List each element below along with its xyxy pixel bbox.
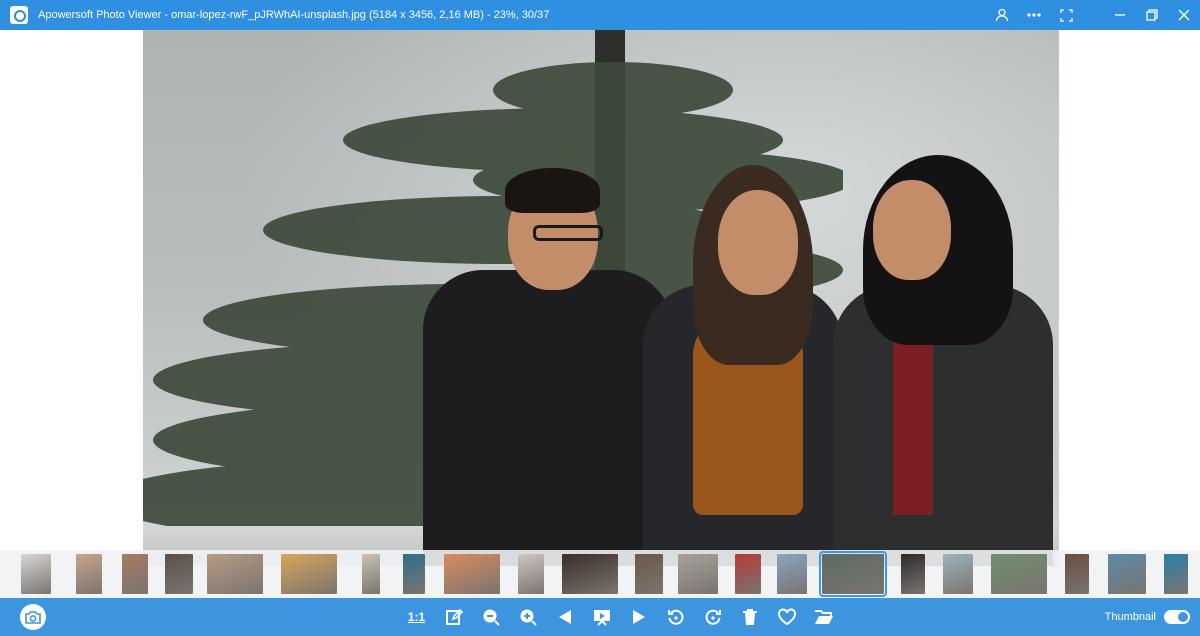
thumbnail[interactable] bbox=[362, 554, 380, 594]
thumbnail[interactable] bbox=[635, 554, 663, 594]
more-icon[interactable] bbox=[1018, 0, 1050, 30]
delete-icon[interactable] bbox=[731, 598, 768, 636]
thumbnail-slot[interactable] bbox=[770, 550, 814, 598]
thumbnail[interactable] bbox=[207, 554, 263, 594]
zoom-out-icon[interactable] bbox=[472, 598, 509, 636]
thumbnail-slot[interactable] bbox=[670, 550, 726, 598]
thumbnail-slot[interactable] bbox=[510, 550, 552, 598]
slideshow-icon[interactable] bbox=[583, 598, 620, 636]
thumbnail-slot[interactable] bbox=[1098, 550, 1156, 598]
thumbnail-slot[interactable] bbox=[814, 550, 892, 598]
thumbnail[interactable] bbox=[122, 554, 148, 594]
thumbnail-slot[interactable] bbox=[434, 550, 510, 598]
edit-icon[interactable] bbox=[435, 598, 472, 636]
thumbnail-slot[interactable] bbox=[552, 550, 628, 598]
rotate-right-icon[interactable] bbox=[694, 598, 731, 636]
thumbnail-slot[interactable] bbox=[934, 550, 982, 598]
camera-icon[interactable] bbox=[20, 604, 46, 630]
open-folder-icon[interactable] bbox=[805, 598, 842, 636]
thumbnail-slot[interactable] bbox=[1156, 550, 1196, 598]
photo-viewer-window: Apowersoft Photo Viewer - omar-lopez-rwF… bbox=[0, 0, 1200, 636]
actual-size-label: 1:1 bbox=[407, 610, 426, 624]
thumbnail-slot[interactable] bbox=[66, 550, 112, 598]
actual-size-button[interactable]: 1:1 bbox=[398, 598, 435, 636]
photo-person-left bbox=[423, 160, 673, 566]
thumbnail[interactable] bbox=[1108, 554, 1146, 594]
favorite-icon[interactable] bbox=[768, 598, 805, 636]
thumbnail-slot[interactable] bbox=[628, 550, 670, 598]
fullscreen-icon[interactable] bbox=[1050, 0, 1082, 30]
previous-icon[interactable] bbox=[546, 598, 583, 636]
thumbnail[interactable] bbox=[901, 554, 925, 594]
account-icon[interactable] bbox=[986, 0, 1018, 30]
thumbnail[interactable] bbox=[281, 554, 337, 594]
thumbnail-strip bbox=[0, 550, 1200, 598]
next-icon[interactable] bbox=[620, 598, 657, 636]
photo bbox=[143, 30, 1059, 566]
thumbnail[interactable] bbox=[403, 554, 425, 594]
thumbnail[interactable] bbox=[76, 554, 102, 594]
thumbnail[interactable] bbox=[943, 554, 973, 594]
thumbnail[interactable] bbox=[678, 554, 718, 594]
photo-person-middle bbox=[643, 165, 843, 566]
thumbnail-toggle[interactable]: Thumbnail bbox=[1105, 598, 1190, 636]
rotate-left-icon[interactable] bbox=[657, 598, 694, 636]
thumbnail-slot[interactable] bbox=[270, 550, 348, 598]
thumbnail-slot[interactable] bbox=[6, 550, 66, 598]
toolbar-tools: 1:1 bbox=[398, 598, 842, 636]
thumbnail-switch[interactable] bbox=[1164, 610, 1190, 624]
app-logo-icon bbox=[10, 6, 28, 24]
thumbnail[interactable] bbox=[518, 554, 544, 594]
window-title: Apowersoft Photo Viewer - omar-lopez-rwF… bbox=[38, 9, 550, 21]
thumbnail-slot[interactable] bbox=[982, 550, 1056, 598]
thumbnail[interactable] bbox=[1065, 554, 1089, 594]
bottom-toolbar: 1:1 Thumbnail bbox=[0, 598, 1200, 636]
window-controls bbox=[986, 0, 1200, 30]
zoom-in-icon[interactable] bbox=[509, 598, 546, 636]
close-icon[interactable] bbox=[1168, 0, 1200, 30]
thumbnail-slot[interactable] bbox=[200, 550, 270, 598]
thumbnail[interactable] bbox=[991, 554, 1047, 594]
thumbnail-slot[interactable] bbox=[112, 550, 158, 598]
thumbnail-slot[interactable] bbox=[892, 550, 934, 598]
thumbnail-slot[interactable] bbox=[726, 550, 770, 598]
thumbnail[interactable] bbox=[444, 554, 500, 594]
thumbnail[interactable] bbox=[21, 554, 51, 594]
photo-person-right bbox=[833, 155, 1053, 566]
image-canvas[interactable] bbox=[0, 30, 1200, 566]
thumbnail-slot[interactable] bbox=[348, 550, 394, 598]
thumbnail[interactable] bbox=[165, 554, 193, 594]
thumbnail-label: Thumbnail bbox=[1104, 611, 1156, 623]
thumbnail-slot[interactable] bbox=[158, 550, 200, 598]
thumbnail[interactable] bbox=[1164, 554, 1188, 594]
thumbnail-slot[interactable] bbox=[394, 550, 434, 598]
thumbnail[interactable] bbox=[735, 554, 761, 594]
thumbnail-selected[interactable] bbox=[819, 551, 887, 597]
thumbnail-slot[interactable] bbox=[1056, 550, 1098, 598]
thumbnail[interactable] bbox=[777, 554, 807, 594]
minimize-icon[interactable] bbox=[1104, 0, 1136, 30]
thumbnail[interactable] bbox=[562, 554, 618, 594]
title-bar: Apowersoft Photo Viewer - omar-lopez-rwF… bbox=[0, 0, 1200, 30]
restore-icon[interactable] bbox=[1136, 0, 1168, 30]
